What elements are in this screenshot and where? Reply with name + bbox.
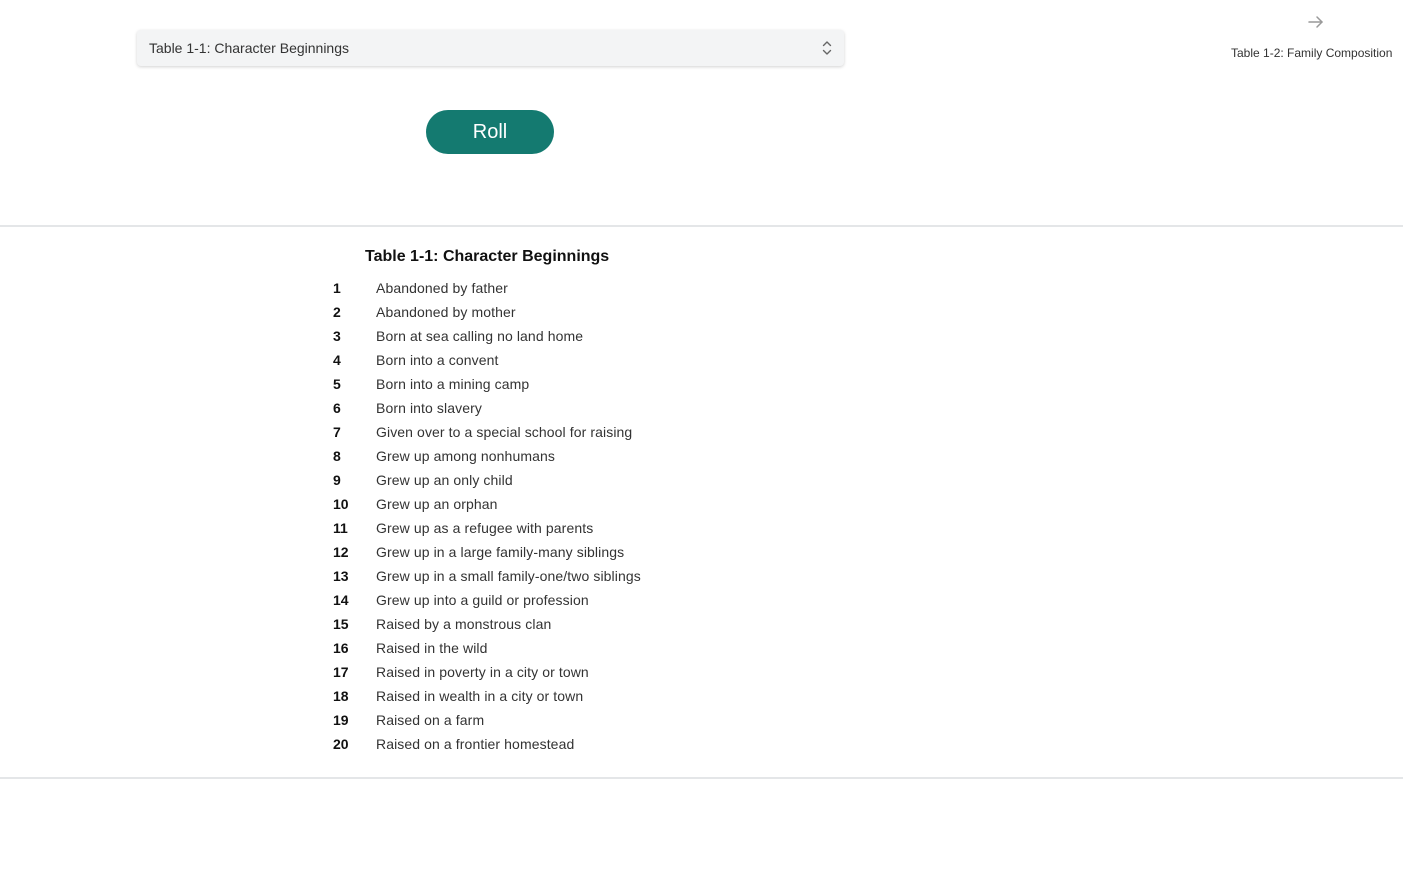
row-text: Given over to a special school for raisi… <box>376 424 633 440</box>
divider-bottom <box>0 777 1403 779</box>
table-row: 20 Raised on a frontier homestead <box>333 734 663 758</box>
table-row: 16 Raised in the wild <box>333 638 663 662</box>
row-number: 11 <box>333 520 348 536</box>
row-number: 12 <box>333 544 349 560</box>
row-number: 19 <box>333 712 349 728</box>
row-text: Grew up as a refugee with parents <box>376 520 594 536</box>
row-text: Born into a mining camp <box>376 376 530 392</box>
row-number: 18 <box>333 688 349 704</box>
row-text: Abandoned by mother <box>376 304 516 320</box>
row-text: Raised on a frontier homestead <box>376 736 575 752</box>
table-row: 10 Grew up an orphan <box>333 494 663 518</box>
table-row: 3 Born at sea calling no land home <box>333 326 663 350</box>
roll-button[interactable]: Roll <box>426 110 554 154</box>
row-number: 1 <box>333 280 341 296</box>
table-row: 17 Raised in poverty in a city or town <box>333 662 663 686</box>
row-number: 13 <box>333 568 349 584</box>
table-row: 19 Raised on a farm <box>333 710 663 734</box>
row-text: Raised by a monstrous clan <box>376 616 552 632</box>
row-text: Grew up among nonhumans <box>376 448 555 464</box>
table-row: 7 Given over to a special school for rais… <box>333 422 663 446</box>
table-row: 18 Raised in wealth in a city or town <box>333 686 663 710</box>
row-number: 2 <box>333 304 341 320</box>
table-row: 15 Raised by a monstrous clan <box>333 614 663 638</box>
row-number: 8 <box>333 448 341 464</box>
result-table: 1 Abandoned by father 2 Abandoned by mother… <box>333 278 663 758</box>
row-text: Born into slavery <box>376 400 482 416</box>
table-row: 2 Abandoned by mother <box>333 302 663 326</box>
row-number: 3 <box>333 328 341 344</box>
table-row: 8 Grew up among nonhumans <box>333 446 663 470</box>
table-row: 9 Grew up an only child <box>333 470 663 494</box>
row-number: 15 <box>333 616 349 632</box>
row-number: 17 <box>333 664 349 680</box>
row-text: Raised on a farm <box>376 712 485 728</box>
row-text: Raised in wealth in a city or town <box>376 688 584 704</box>
row-text: Raised in the wild <box>376 640 488 656</box>
table-row: 14 Grew up into a guild or profession <box>333 590 663 614</box>
table-row: 12 Grew up in a large family-many sibling… <box>333 542 663 566</box>
row-number: 20 <box>333 736 349 752</box>
row-number: 4 <box>333 352 341 368</box>
row-text: Grew up an orphan <box>376 496 498 512</box>
row-number: 10 <box>333 496 349 512</box>
row-text: Abandoned by father <box>376 280 508 296</box>
row-number: 7 <box>333 424 341 440</box>
divider-top <box>0 225 1403 227</box>
row-number: 14 <box>333 592 349 608</box>
row-number: 5 <box>333 376 341 392</box>
row-text: Raised in poverty in a city or town <box>376 664 589 680</box>
row-text: Born at sea calling no land home <box>376 328 584 344</box>
row-text: Born into a convent <box>376 352 499 368</box>
table-title: Table 1-1: Character Beginnings <box>365 248 610 265</box>
table-row: 13 Grew up in a small family-one/two sibl… <box>333 566 663 590</box>
table-row: 5 Born into a mining camp <box>333 374 663 398</box>
chevron-up-down-icon <box>822 41 832 55</box>
arrow-right-icon[interactable] <box>1306 12 1326 32</box>
table-row: 1 Abandoned by father <box>333 278 663 302</box>
table-selector-value: Table 1-1: Character Beginnings <box>149 40 350 56</box>
row-text: Grew up into a guild or profession <box>376 592 589 608</box>
table-row: 6 Born into slavery <box>333 398 663 422</box>
row-number: 6 <box>333 400 341 416</box>
row-number: 16 <box>333 640 349 656</box>
row-text: Grew up an only child <box>376 472 513 488</box>
table-row: 4 Born into a convent <box>333 350 663 374</box>
table-row: 11 Grew up as a refugee with parents <box>333 518 663 542</box>
table-selector[interactable]: Table 1-1: Character Beginnings <box>137 30 844 66</box>
row-text: Grew up in a small family-one/two siblin… <box>376 568 641 584</box>
row-text: Grew up in a large family-many siblings <box>376 544 625 560</box>
page: Table 1-1: Character Beginnings Table 1-… <box>0 0 1403 874</box>
next-table-link[interactable]: Table 1-2: Family Composition <box>1231 46 1392 60</box>
row-number: 9 <box>333 472 341 488</box>
